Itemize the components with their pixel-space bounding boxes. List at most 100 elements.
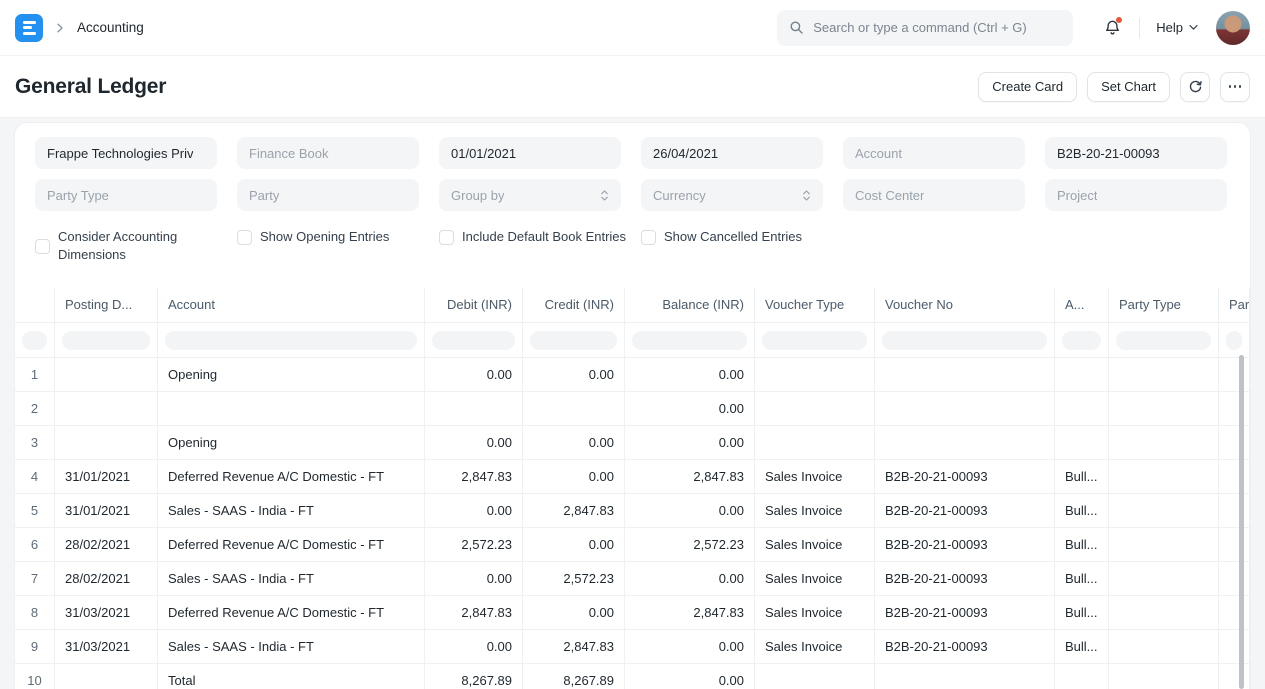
filters-section: Frappe Technologies Priv Finance Book 01… (35, 137, 1230, 211)
checkbox-icon (35, 239, 50, 254)
help-menu[interactable]: Help (1156, 20, 1198, 35)
column-filter-input[interactable] (530, 331, 617, 350)
filter-currency[interactable]: Currency (641, 179, 823, 211)
table-row[interactable]: 431/01/2021Deferred Revenue A/C Domestic… (15, 460, 1250, 494)
filter-account[interactable]: Account (843, 137, 1025, 169)
table-cell: B2B-20-21-00093 (875, 596, 1055, 629)
table-cell (755, 426, 875, 459)
refresh-icon (1188, 79, 1203, 94)
menu-button[interactable] (1220, 72, 1250, 102)
table-cell: Bull... (1055, 460, 1109, 493)
table-header-row: Posting D... Account Debit (INR) Credit … (15, 288, 1250, 323)
table-cell: Bull... (1055, 528, 1109, 561)
filter-cell (755, 323, 875, 357)
breadcrumb[interactable]: Accounting (77, 20, 144, 35)
checkbox-consider-accounting-dimensions[interactable]: Consider Accounting Dimensions (35, 228, 217, 264)
column-filter-input[interactable] (62, 331, 150, 350)
set-chart-button[interactable]: Set Chart (1087, 72, 1170, 102)
table-row[interactable]: 20.00 (15, 392, 1250, 426)
page-body: Frappe Technologies Priv Finance Book 01… (0, 118, 1265, 689)
filter-finance-book[interactable]: Finance Book (237, 137, 419, 169)
column-header[interactable] (15, 288, 55, 322)
row-index: 7 (15, 562, 55, 595)
table-cell: Opening (158, 358, 425, 391)
table-cell (1109, 630, 1219, 663)
table-cell (1109, 528, 1219, 561)
column-header-party-type[interactable]: Party Type (1109, 288, 1219, 322)
table-cell: 0.00 (625, 664, 755, 689)
column-header-credit[interactable]: Credit (INR) (523, 288, 625, 322)
checkbox-include-default-book-entries[interactable]: Include Default Book Entries (439, 228, 621, 246)
report-table: Posting D... Account Debit (INR) Credit … (15, 288, 1250, 689)
filter-to-date[interactable]: 26/04/2021 (641, 137, 823, 169)
table-cell: 0.00 (625, 358, 755, 391)
filter-project[interactable]: Project (1045, 179, 1227, 211)
column-header-party[interactable]: Part (1219, 288, 1250, 322)
table-cell: B2B-20-21-00093 (875, 630, 1055, 663)
table-cell (875, 358, 1055, 391)
table-row[interactable]: 831/03/2021Deferred Revenue A/C Domestic… (15, 596, 1250, 630)
column-header-account[interactable]: Account (158, 288, 425, 322)
table-cell: 2,847.83 (625, 596, 755, 629)
column-filter-input[interactable] (1226, 331, 1242, 350)
table-cell (1109, 358, 1219, 391)
filter-party-type[interactable]: Party Type (35, 179, 217, 211)
table-cell (1109, 426, 1219, 459)
table-body: 1Opening0.000.000.0020.003Opening0.000.0… (15, 358, 1250, 689)
column-filter-input[interactable] (1062, 331, 1101, 350)
filter-cell (425, 323, 523, 357)
column-filter-input[interactable] (762, 331, 867, 350)
column-header-against[interactable]: A... (1055, 288, 1109, 322)
table-row[interactable]: 728/02/2021Sales - SAAS - India - FT0.00… (15, 562, 1250, 596)
column-filter-input[interactable] (165, 331, 417, 350)
navbar-divider (1139, 18, 1140, 38)
table-cell: 31/03/2021 (55, 630, 158, 663)
column-header-voucher-type[interactable]: Voucher Type (755, 288, 875, 322)
filter-cost-center[interactable]: Cost Center (843, 179, 1025, 211)
column-header-balance[interactable]: Balance (INR) (625, 288, 755, 322)
table-row[interactable]: 3Opening0.000.000.00 (15, 426, 1250, 460)
vertical-scrollbar[interactable] (1239, 355, 1244, 689)
filter-from-date[interactable]: 01/01/2021 (439, 137, 621, 169)
create-card-button[interactable]: Create Card (978, 72, 1077, 102)
notifications-button[interactable] (1101, 17, 1123, 39)
table-cell (158, 392, 425, 425)
filter-cell (55, 323, 158, 357)
column-header-debit[interactable]: Debit (INR) (425, 288, 523, 322)
table-filter-row (15, 323, 1250, 358)
app-logo[interactable] (15, 14, 43, 42)
table-row[interactable]: 531/01/2021Sales - SAAS - India - FT0.00… (15, 494, 1250, 528)
refresh-button[interactable] (1180, 72, 1210, 102)
row-index: 5 (15, 494, 55, 527)
checkbox-icon (641, 230, 656, 245)
table-cell: 31/03/2021 (55, 596, 158, 629)
column-filter-input[interactable] (432, 331, 515, 350)
table-row[interactable]: 628/02/2021Deferred Revenue A/C Domestic… (15, 528, 1250, 562)
table-cell: 0.00 (523, 460, 625, 493)
checkbox-show-cancelled-entries[interactable]: Show Cancelled Entries (641, 228, 823, 246)
avatar[interactable] (1216, 11, 1250, 45)
table-row[interactable]: 1Opening0.000.000.00 (15, 358, 1250, 392)
column-filter-input[interactable] (1116, 331, 1211, 350)
table-row[interactable]: 10Total8,267.898,267.890.00 (15, 664, 1250, 689)
row-index: 9 (15, 630, 55, 663)
checkbox-show-opening-entries[interactable]: Show Opening Entries (237, 228, 419, 246)
row-index: 1 (15, 358, 55, 391)
table-cell (55, 392, 158, 425)
column-header-posting-date[interactable]: Posting D... (55, 288, 158, 322)
table-cell: Deferred Revenue A/C Domestic - FT (158, 596, 425, 629)
filter-party[interactable]: Party (237, 179, 419, 211)
column-filter-input[interactable] (22, 331, 47, 350)
table-row[interactable]: 931/03/2021Sales - SAAS - India - FT0.00… (15, 630, 1250, 664)
table-cell: Sales Invoice (755, 528, 875, 561)
filter-company[interactable]: Frappe Technologies Priv (35, 137, 217, 169)
column-filter-input[interactable] (632, 331, 747, 350)
select-chevrons-icon (802, 189, 811, 202)
search-input[interactable]: Search or type a command (Ctrl + G) (777, 10, 1073, 46)
table-cell (1109, 562, 1219, 595)
filter-group-by[interactable]: Group by (439, 179, 621, 211)
column-header-voucher-no[interactable]: Voucher No (875, 288, 1055, 322)
column-filter-input[interactable] (882, 331, 1047, 350)
table-cell: B2B-20-21-00093 (875, 528, 1055, 561)
filter-voucher-no[interactable]: B2B-20-21-00093 (1045, 137, 1227, 169)
